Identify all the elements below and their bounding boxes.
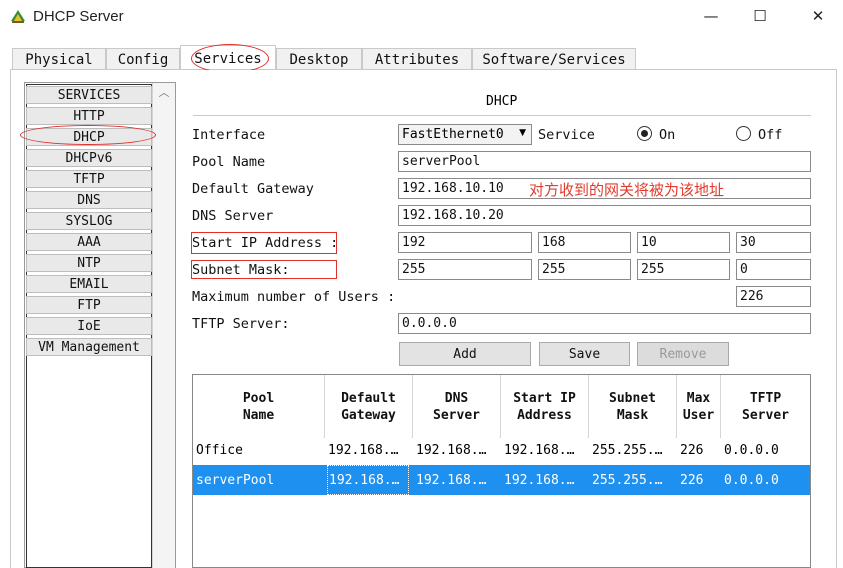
column-header-tftp-server-text: TFTP Server xyxy=(742,390,789,423)
service-item-syslog[interactable]: SYSLOG xyxy=(26,212,152,230)
service-item-dhcpv6[interactable]: DHCPv6 xyxy=(26,149,152,167)
start-ip-octet-3[interactable]: 10 xyxy=(637,232,730,253)
pool-name-input[interactable]: serverPool xyxy=(398,151,811,172)
column-header-max-user[interactable]: Max User xyxy=(677,375,721,438)
service-on-label: On xyxy=(659,127,676,143)
column-header-default-gateway[interactable]: Default Gateway xyxy=(325,375,413,438)
tab-strip: Physical Config Services Desktop Attribu… xyxy=(0,34,843,71)
cell-pool-name: Office xyxy=(196,442,243,458)
close-button[interactable]: ✕ xyxy=(795,0,841,32)
pool-name-label: Pool Name xyxy=(192,154,266,170)
service-item-email[interactable]: EMAIL xyxy=(26,275,152,293)
table-row[interactable]: Office 192.168.… 192.168.… 192.168.… 255… xyxy=(193,435,810,465)
pool-table: Pool Name Default Gateway DNS Server Sta… xyxy=(192,374,811,568)
max-users-input[interactable]: 226 xyxy=(736,286,811,307)
table-row-selected[interactable]: serverPool 192.168.… 192.168.… 192.168.…… xyxy=(193,465,810,495)
cell-tftp-server: 0.0.0.0 xyxy=(724,472,779,488)
service-item-vm-management[interactable]: VM Management xyxy=(26,338,152,356)
service-off-label: Off xyxy=(758,127,783,143)
maximize-button[interactable]: ☐ xyxy=(737,0,783,32)
service-item-ioe[interactable]: IoE xyxy=(26,317,152,335)
column-header-max-user-text: Max User xyxy=(682,390,715,423)
column-header-default-gateway-text: Default Gateway xyxy=(341,390,396,423)
service-item-http[interactable]: HTTP xyxy=(26,107,152,125)
annotation-ellipse-dhcp xyxy=(20,125,156,145)
column-header-start-ip-text: Start IP Address xyxy=(513,390,576,423)
annotation-box-subnet-mask xyxy=(191,260,337,279)
close-icon: ✕ xyxy=(811,7,825,25)
cell-dns-server: 192.168.… xyxy=(416,442,487,458)
panel-title: DHCP xyxy=(486,94,518,109)
cell-dns-server: 192.168.… xyxy=(416,472,487,488)
service-item-dns[interactable]: DNS xyxy=(26,191,152,209)
service-item-tftp[interactable]: TFTP xyxy=(26,170,152,188)
annotation-ellipse-services-tab xyxy=(191,44,269,73)
window-title: DHCP Server xyxy=(33,8,124,25)
dns-server-label: DNS Server xyxy=(192,208,274,224)
tab-physical[interactable]: Physical xyxy=(12,48,106,70)
cell-subnet-mask: 255.255.… xyxy=(592,472,663,488)
cell-start-ip: 192.168.… xyxy=(504,442,575,458)
minimize-icon: — xyxy=(703,7,719,25)
max-users-label: Maximum number of Users : xyxy=(192,289,396,305)
tab-config[interactable]: Config xyxy=(106,48,180,70)
tab-software-services[interactable]: Software/Services xyxy=(472,48,636,70)
cell-default-gateway-focused: 192.168.… xyxy=(327,465,409,495)
subnet-mask-octet-3[interactable]: 255 xyxy=(637,259,730,280)
service-item-ftp[interactable]: FTP xyxy=(26,296,152,314)
tftp-server-label: TFTP Server: xyxy=(192,316,290,332)
service-item-ntp[interactable]: NTP xyxy=(26,254,152,272)
scroll-up-icon[interactable]: ︿ xyxy=(157,87,171,99)
column-header-subnet-mask[interactable]: Subnet Mask xyxy=(589,375,677,438)
annotation-box-start-ip xyxy=(191,232,337,254)
app-icon xyxy=(11,10,25,23)
subnet-mask-octet-4[interactable]: 0 xyxy=(736,259,811,280)
column-header-dns-server-text: DNS Server xyxy=(433,390,480,423)
chevron-down-icon: ▼ xyxy=(519,128,526,138)
tab-attributes[interactable]: Attributes xyxy=(362,48,472,70)
cell-start-ip: 192.168.… xyxy=(504,472,575,488)
interface-select-value: FastEthernet0 xyxy=(402,127,504,142)
gateway-annotation: 对方收到的网关将被为该地址 xyxy=(529,181,725,199)
maximize-icon: ☐ xyxy=(753,7,767,25)
dns-server-input[interactable]: 192.168.10.20 xyxy=(398,205,811,226)
start-ip-octet-1[interactable]: 192 xyxy=(398,232,532,253)
tab-desktop[interactable]: Desktop xyxy=(276,48,362,70)
tftp-server-input[interactable]: 0.0.0.0 xyxy=(398,313,811,334)
service-list-scrollbar[interactable]: ︿ xyxy=(152,83,175,568)
service-off-radio[interactable] xyxy=(736,126,751,141)
minimize-button[interactable]: — xyxy=(688,0,734,32)
column-header-pool-name-text: Pool Name xyxy=(242,390,275,423)
service-item-services[interactable]: SERVICES xyxy=(26,86,152,104)
subnet-mask-octet-2[interactable]: 255 xyxy=(538,259,631,280)
column-header-start-ip[interactable]: Start IP Address xyxy=(501,375,589,438)
cell-max-user: 226 xyxy=(680,472,704,488)
panel-title-divider xyxy=(193,115,811,116)
add-button[interactable]: Add xyxy=(399,342,531,366)
column-header-dns-server[interactable]: DNS Server xyxy=(413,375,501,438)
default-gateway-label: Default Gateway xyxy=(192,181,314,197)
start-ip-octet-4[interactable]: 30 xyxy=(736,232,811,253)
cell-tftp-server: 0.0.0.0 xyxy=(724,442,779,458)
cell-default-gateway: 192.168.… xyxy=(328,442,399,458)
save-button[interactable]: Save xyxy=(539,342,630,366)
service-item-aaa[interactable]: AAA xyxy=(26,233,152,251)
start-ip-octet-2[interactable]: 168 xyxy=(538,232,631,253)
service-on-radio[interactable] xyxy=(637,126,652,141)
interface-select[interactable]: FastEthernet0 ▼ xyxy=(398,124,532,145)
column-header-pool-name[interactable]: Pool Name xyxy=(193,375,325,438)
interface-label: Interface xyxy=(192,127,266,143)
service-label: Service xyxy=(538,127,595,143)
title-bar: DHCP Server — ☐ ✕ xyxy=(0,0,843,34)
column-header-subnet-mask-text: Subnet Mask xyxy=(609,390,656,423)
subnet-mask-octet-1[interactable]: 255 xyxy=(398,259,532,280)
remove-button[interactable]: Remove xyxy=(637,342,729,366)
cell-pool-name: serverPool xyxy=(196,472,275,488)
cell-max-user: 226 xyxy=(680,442,704,458)
column-header-tftp-server[interactable]: TFTP Server xyxy=(721,375,810,438)
cell-subnet-mask: 255.255.… xyxy=(592,442,663,458)
